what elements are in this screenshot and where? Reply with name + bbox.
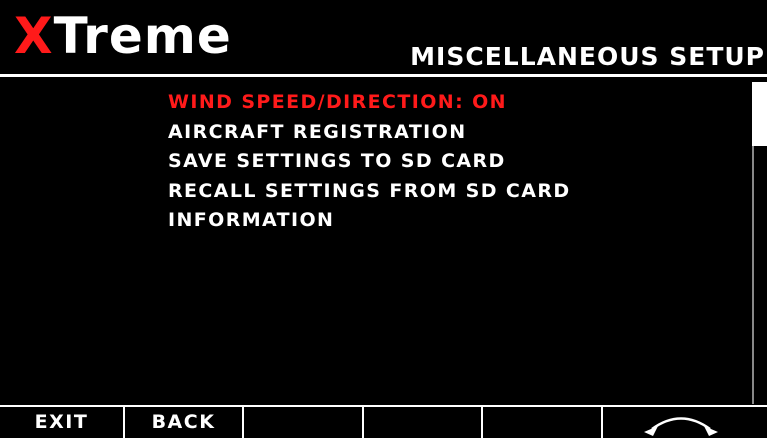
xtreme-logo: XTreme [14, 8, 232, 64]
softkey-4[interactable] [364, 407, 483, 438]
scrollbar-thumb[interactable] [752, 82, 767, 146]
menu-item-recall-settings[interactable]: RECALL SETTINGS FROM SD CARD [168, 177, 571, 207]
menu-item-wind-speed-direction[interactable]: WIND SPEED/DIRECTION: ON [168, 88, 571, 118]
menu-item-aircraft-registration[interactable]: AIRCRAFT REGISTRATION [168, 118, 571, 148]
menu-item-information[interactable]: INFORMATION [168, 206, 571, 236]
screen: XTreme MISCELLANEOUS SETUP WIND SPEED/DI… [0, 0, 767, 438]
settings-menu: WIND SPEED/DIRECTION: ON AIRCRAFT REGIST… [168, 88, 571, 236]
softkey-3[interactable] [244, 407, 364, 438]
exit-button[interactable]: EXIT [0, 407, 125, 438]
page-title: MISCELLANEOUS SETUP [410, 42, 765, 71]
rotary-knob-icon[interactable] [640, 412, 722, 436]
logo-accent: X [14, 7, 54, 65]
menu-item-save-settings[interactable]: SAVE SETTINGS TO SD CARD [168, 147, 571, 177]
back-button[interactable]: BACK [125, 407, 244, 438]
header: XTreme MISCELLANEOUS SETUP [0, 0, 767, 80]
logo-text: Treme [53, 7, 232, 65]
softkey-5[interactable] [483, 407, 603, 438]
menu-area: WIND SPEED/DIRECTION: ON AIRCRAFT REGIST… [0, 77, 767, 405]
